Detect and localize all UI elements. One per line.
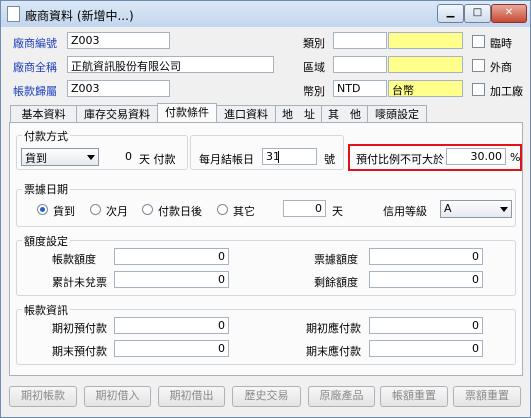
category-desc [388, 32, 463, 49]
tab-basic[interactable]: 基本資料 [10, 105, 77, 123]
reset-bill-limit-button[interactable]: 票額重置 [453, 386, 521, 407]
currency-desc: 台幣 [388, 80, 463, 97]
closing-payable-label: 期末應付款 [306, 345, 361, 358]
account-limit-field[interactable]: 0 [114, 248, 229, 265]
payment-method-title: 付款方式 [22, 128, 70, 144]
radio-other-label: 其它 [233, 205, 255, 218]
highlight-box [348, 144, 522, 171]
uncashed-field[interactable]: 0 [114, 271, 229, 288]
vendor-code-label: 廠商編號 [13, 37, 57, 50]
closing-prepay-label: 期末預付款 [52, 345, 107, 358]
foreign-checkbox[interactable] [472, 59, 485, 72]
vendor-name-label: 廠商全稱 [13, 61, 57, 74]
radio-arrival-label: 貨到 [53, 205, 75, 218]
credit-level-value: A [444, 202, 452, 215]
account-limit-label: 帳款額度 [52, 253, 96, 266]
radio-after-payment[interactable] [142, 204, 153, 215]
vendor-name-field[interactable]: 正航資訊股份有限公司 [67, 56, 274, 73]
remaining-label: 剩餘額度 [314, 276, 358, 289]
bill-days-unit: 天 [332, 205, 343, 218]
currency-field[interactable]: NTD [333, 80, 387, 97]
account-field[interactable]: Z003 [67, 80, 170, 97]
processing-label: 加工廠 [490, 85, 523, 98]
close-button[interactable]: ✕ [491, 4, 527, 23]
vendor-code-field[interactable]: Z003 [67, 32, 170, 49]
tab-inventory[interactable]: 庫存交易資料 [76, 105, 158, 123]
credit-level-select[interactable]: A [440, 200, 512, 218]
opening-prepay-field[interactable]: 0 [114, 317, 229, 334]
payment-days-field[interactable]: 0 [103, 148, 136, 165]
closing-payable-field[interactable]: 0 [369, 340, 483, 357]
region-desc [388, 56, 463, 73]
payment-days-unit: 天 付款 [139, 153, 176, 166]
minimize-button[interactable]: ▁ [437, 4, 464, 23]
vendor-window: 廠商資料 (新增中...) ▁ □ ✕ 廠商編號 Z003 廠商全稱 正航資訊股… [0, 0, 531, 418]
remaining-field[interactable]: 0 [369, 271, 483, 288]
original-products-button[interactable]: 原廠產品 [308, 386, 375, 407]
radio-arrival[interactable] [37, 204, 48, 215]
opening-borrow-in-button[interactable]: 期初借入 [84, 386, 151, 407]
temp-label: 臨時 [490, 37, 512, 50]
region-field[interactable] [333, 56, 387, 73]
window-title: 廠商資料 (新增中...) [25, 9, 134, 23]
history-button[interactable]: 歷史交易 [232, 386, 301, 407]
title-bar: 廠商資料 (新增中...) ▁ □ ✕ [1, 1, 530, 27]
category-field[interactable] [333, 32, 387, 49]
tab-payment[interactable]: 付款條件 [157, 103, 217, 124]
bill-date-title: 票據日期 [22, 181, 70, 197]
reset-account-limit-button[interactable]: 帳額重置 [380, 386, 448, 407]
credit-level-label: 信用等級 [383, 205, 427, 218]
limits-title: 額度設定 [22, 233, 70, 249]
radio-after-payment-label: 付款日後 [158, 205, 202, 218]
bill-days-field[interactable]: 0 [283, 200, 326, 217]
payment-method-select[interactable]: 貨到 [21, 148, 99, 166]
radio-next-month-label: 次月 [106, 205, 128, 218]
account-info-title: 帳款資訊 [22, 302, 70, 318]
opening-account-button[interactable]: 期初帳款 [9, 386, 77, 407]
category-label: 類別 [303, 37, 325, 50]
payment-method-value: 貨到 [25, 152, 47, 165]
tab-shipping-mark[interactable]: 嘜頭設定 [367, 105, 427, 123]
processing-checkbox[interactable] [472, 83, 485, 96]
bill-limit-label: 票據額度 [314, 253, 358, 266]
bill-limit-field[interactable]: 0 [369, 248, 483, 265]
opening-payable-field[interactable]: 0 [369, 317, 483, 334]
opening-prepay-label: 期初預付款 [52, 322, 107, 335]
chevron-down-icon [500, 207, 508, 212]
account-label: 帳款歸屬 [13, 85, 57, 98]
closing-day-unit: 號 [324, 153, 335, 166]
document-icon [7, 6, 20, 22]
tab-address[interactable]: 地 址 [275, 105, 322, 123]
text-cursor [278, 151, 279, 163]
uncashed-label: 累計未兌票 [52, 276, 107, 289]
chevron-down-icon [87, 155, 95, 160]
region-label: 區域 [303, 61, 325, 74]
closing-prepay-field[interactable]: 0 [114, 340, 229, 357]
foreign-label: 外商 [490, 61, 512, 74]
currency-label: 幣別 [303, 85, 325, 98]
tab-other[interactable]: 其 他 [321, 105, 368, 123]
temp-checkbox[interactable] [472, 35, 485, 48]
radio-next-month[interactable] [90, 204, 101, 215]
maximize-button[interactable]: □ [464, 4, 491, 23]
closing-day-label: 每月結帳日 [199, 153, 254, 166]
closing-day-field[interactable]: 31 [262, 148, 317, 165]
opening-payable-label: 期初應付款 [306, 322, 361, 335]
tab-import[interactable]: 進口資料 [216, 105, 276, 123]
opening-lend-out-button[interactable]: 期初借出 [158, 386, 225, 407]
radio-other[interactable] [217, 204, 228, 215]
